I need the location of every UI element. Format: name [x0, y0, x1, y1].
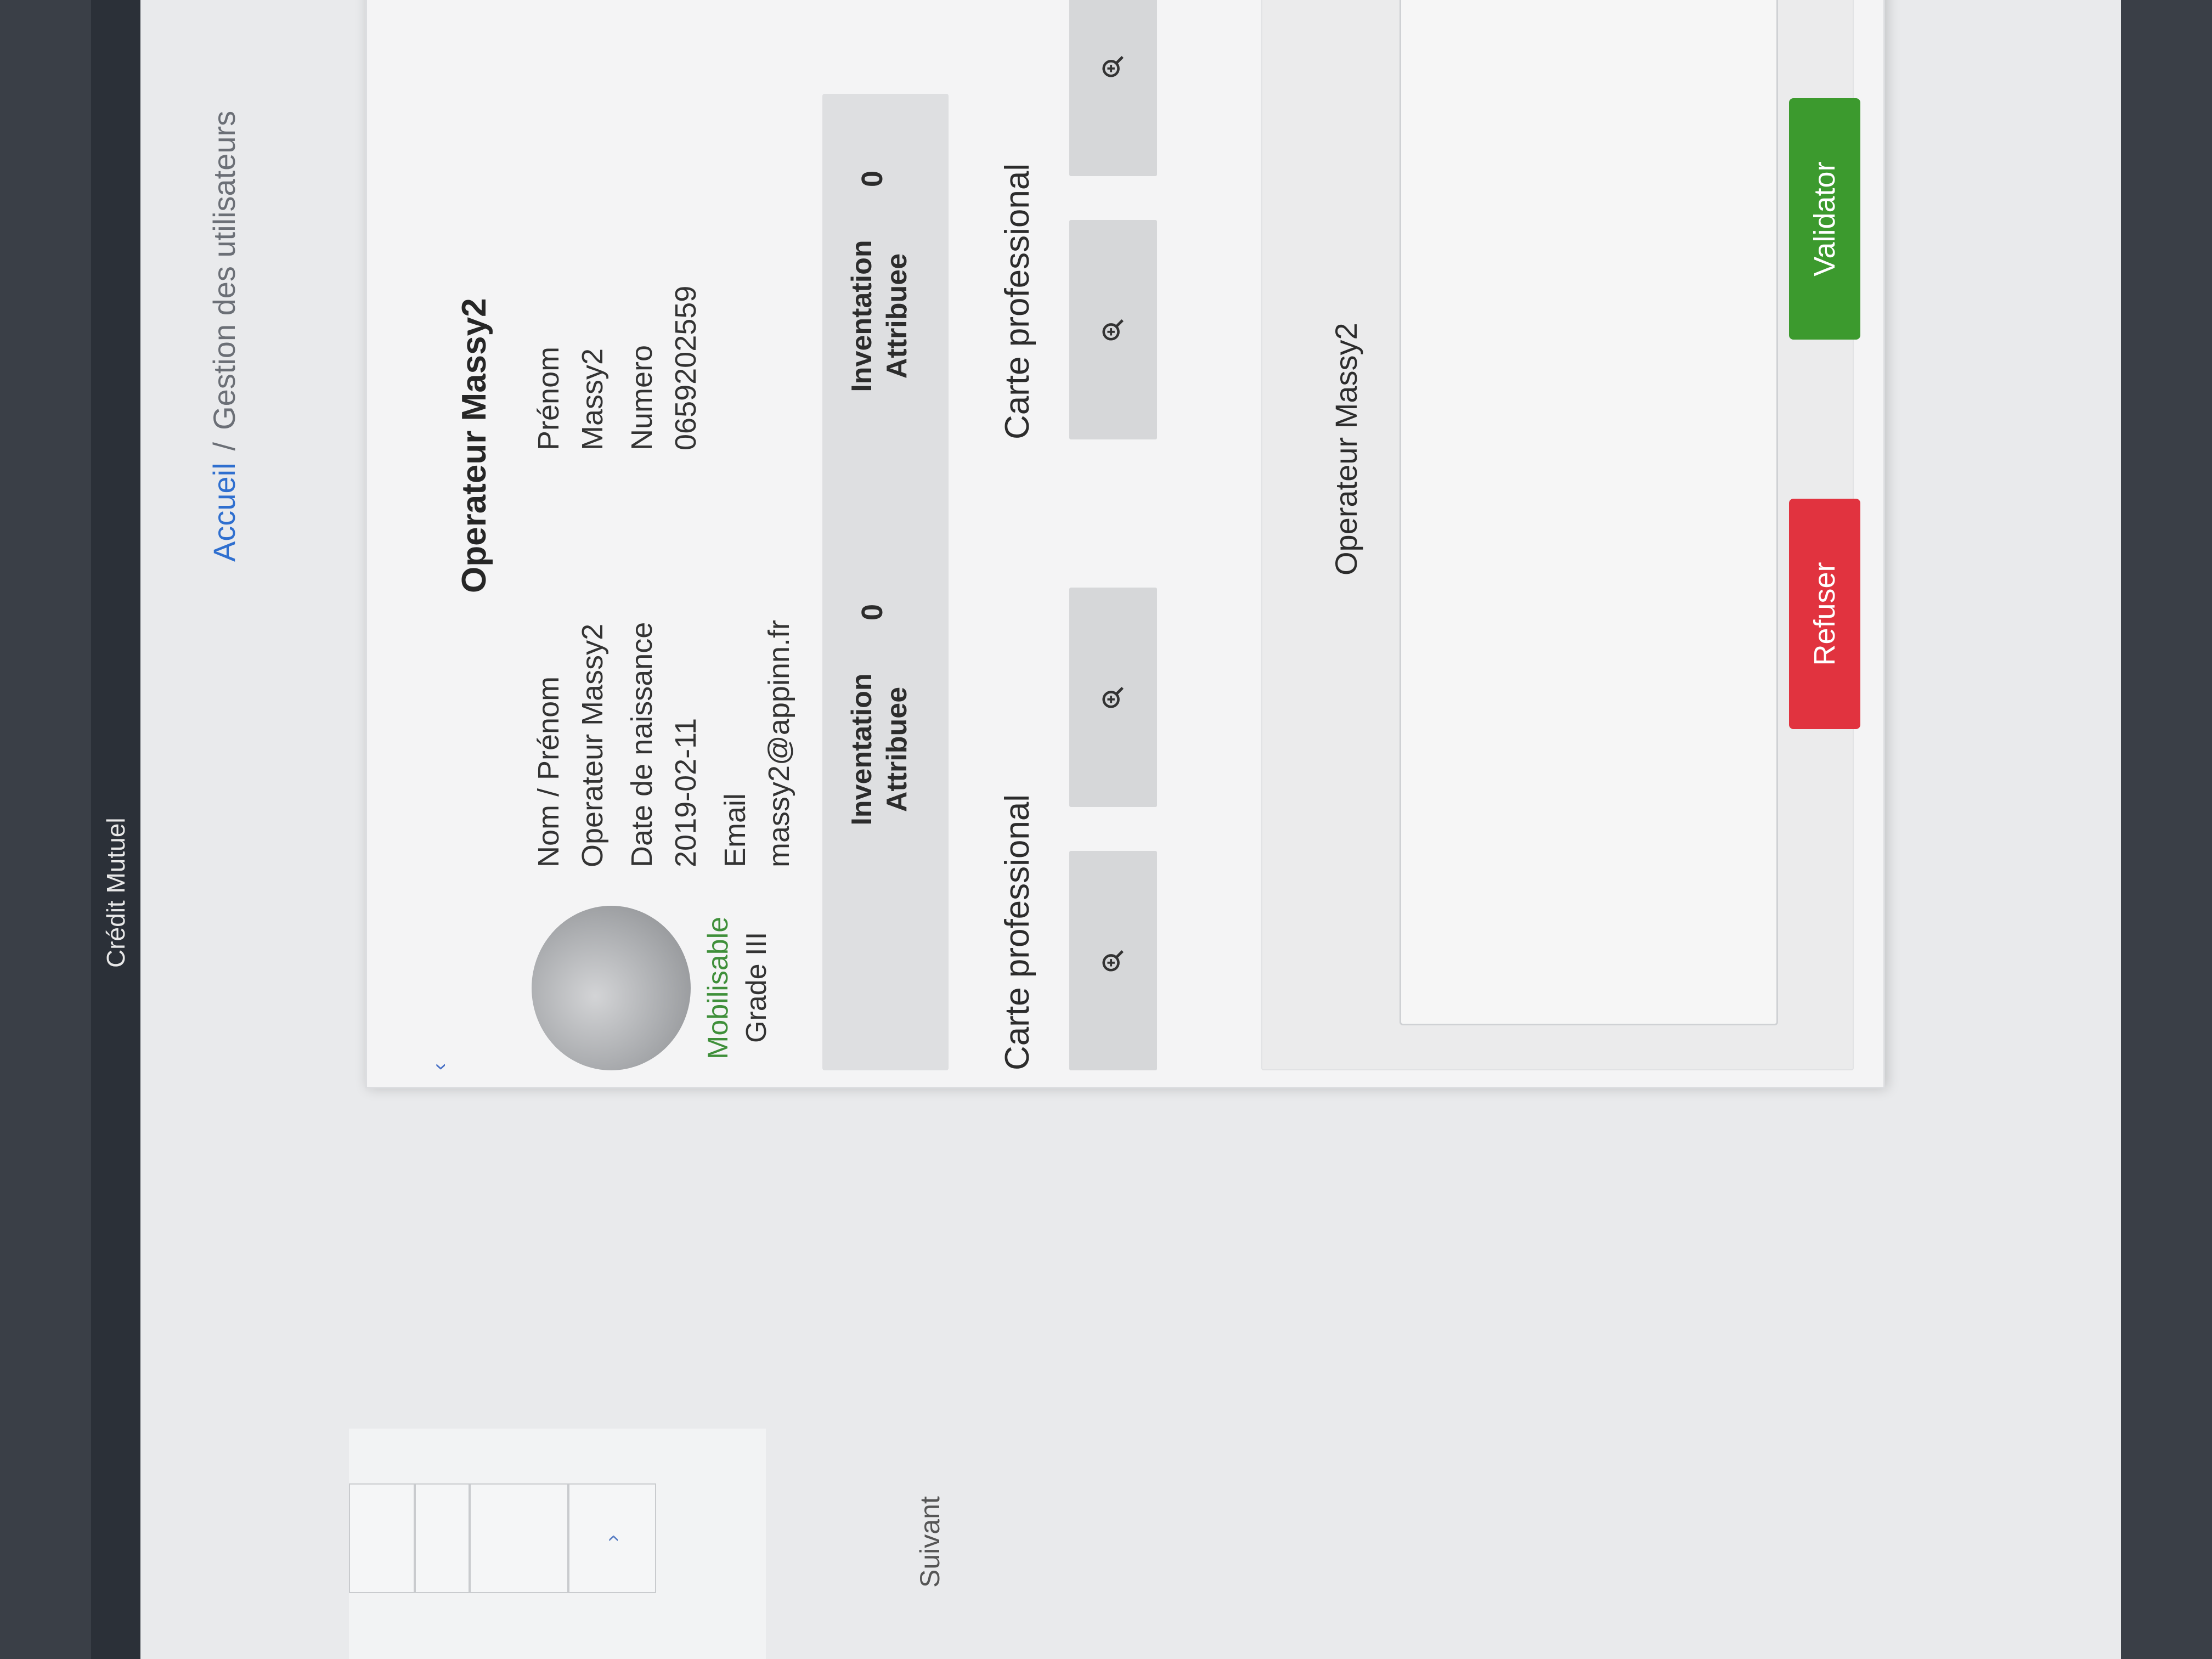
page-button-current[interactable]	[470, 1483, 568, 1593]
status-badge: Mobilisable	[702, 916, 734, 1059]
name-label: Nom / Prénom	[532, 676, 565, 867]
breadcrumb-current: Gestion des utilisateurs	[207, 110, 241, 430]
app-header: Crédit Mutuel	[91, 0, 140, 1659]
refuse-button[interactable]: Refuser	[1789, 499, 1860, 729]
grade-label: Grade III	[741, 932, 772, 1043]
card-title: Carte professional	[998, 794, 1036, 1070]
email-value: massy2@appinn.fr	[763, 619, 795, 867]
screen: Crédit Mutuel Accueil / Gestion des utilis…	[91, 0, 2121, 1659]
comment-panel-title: Operateur Massy2	[1329, 323, 1363, 575]
stat-value: 0	[856, 170, 889, 187]
pager-cell	[349, 1483, 415, 1593]
zoom-in-icon	[1102, 950, 1124, 972]
stat-label: Inventation Attribuee	[846, 240, 913, 392]
pager-next-button[interactable]: Suivant	[914, 1496, 946, 1588]
name-value: Operateur Massy2	[576, 623, 609, 867]
birthdate-label: Date de naissance	[625, 622, 658, 867]
modal-title: Operateur Massy2	[455, 298, 493, 593]
zoom-in-icon	[1102, 319, 1124, 341]
validate-button[interactable]: Validator	[1789, 98, 1860, 340]
zoom-in-icon	[1102, 686, 1124, 708]
app-title: Crédit Mutuel	[101, 817, 130, 968]
firstname-value: Massy2	[576, 348, 609, 450]
invitation-stats-panel: Inventation Attribuee 0 Inventation Attrib…	[822, 94, 949, 1070]
email-label: Email	[719, 793, 752, 867]
comment-panel: Operateur Massy2 Refuser Validator	[1261, 0, 1860, 1070]
phone-value: 0659202559	[669, 285, 702, 450]
stat-label: Inventation Attribuee	[846, 673, 913, 826]
birthdate-value: 2019-02-11	[669, 718, 702, 867]
user-detail-modal: ‹ Operateur Massy2 Mobilisable Grade III…	[365, 0, 1885, 1088]
comment-textarea[interactable]	[1400, 0, 1778, 1025]
firstname-label: Prénom	[532, 346, 565, 450]
stat-value: 0	[856, 603, 889, 620]
card-image-thumb[interactable]	[1069, 0, 1157, 176]
chevron-left-icon[interactable]: ‹	[427, 1063, 452, 1070]
pager-cell	[415, 1483, 470, 1593]
pager-next-chevron-icon[interactable]: ›	[568, 1483, 656, 1593]
card-image-thumb[interactable]	[1069, 851, 1157, 1070]
phone-label: Numero	[625, 345, 658, 450]
breadcrumb-separator: /	[207, 442, 241, 451]
breadcrumb-home-link[interactable]: Accueil	[207, 462, 241, 562]
zoom-in-icon	[1102, 55, 1124, 77]
card-image-thumb[interactable]	[1069, 588, 1157, 807]
card-image-thumb[interactable]	[1069, 220, 1157, 439]
users-table-pager: › Suivant	[349, 1429, 945, 1659]
breadcrumb: Accueil / Gestion des utilisateurs	[206, 111, 242, 562]
avatar	[532, 906, 691, 1070]
card-title: Carte professional	[998, 163, 1036, 439]
